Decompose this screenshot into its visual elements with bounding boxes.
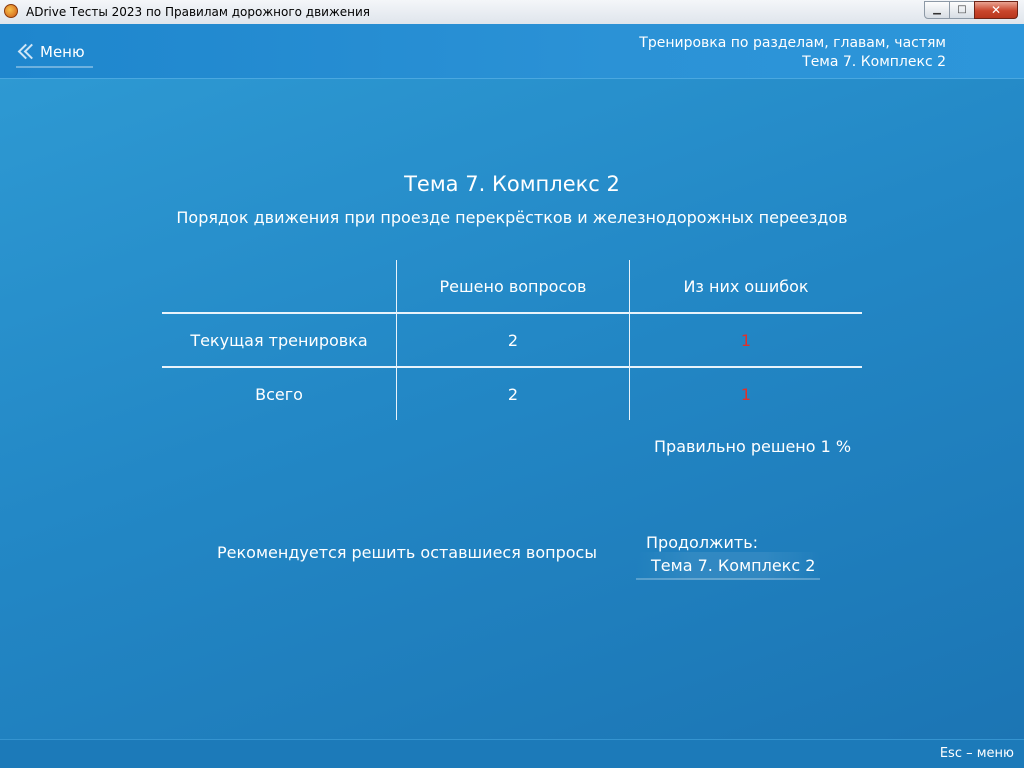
breadcrumb-topic: Тема 7. Комплекс 2	[802, 54, 946, 70]
maximize-button[interactable]: □	[949, 1, 975, 19]
menu-button[interactable]: Меню	[16, 38, 93, 68]
window-title: ADrive Тесты 2023 по Правилам дорожного …	[26, 5, 370, 19]
double-chevron-left-icon	[16, 42, 36, 62]
breadcrumb: Тренировка по разделам, главам, частям Т…	[639, 34, 946, 72]
total-solved-count: 2	[396, 368, 629, 420]
row-label-current: Текущая тренировка	[190, 330, 368, 350]
continue-label: Продолжить:	[646, 533, 759, 552]
table-row: Текущая тренировка 2 1	[162, 314, 862, 368]
close-button[interactable]: ✕	[974, 1, 1018, 19]
page-title: Тема 7. Комплекс 2	[404, 172, 620, 196]
recommendation-text: Рекомендуется решить оставшиеся вопросы	[217, 543, 597, 562]
column-header-solved: Решено вопросов	[396, 260, 629, 312]
row-label-total: Всего	[255, 384, 303, 404]
current-solved-count: 2	[396, 314, 629, 366]
page-subtitle: Порядок движения при проезде перекрёстко…	[176, 208, 848, 227]
keyboard-hint: Esc – меню	[939, 746, 1014, 761]
window-controls: ▁ □ ✕	[924, 1, 1018, 20]
stats-table: Решено вопросов Из них ошибок Текущая тр…	[162, 260, 862, 420]
app-content: Меню Тренировка по разделам, главам, час…	[0, 24, 1024, 768]
table-header-empty	[162, 260, 396, 312]
column-header-errors: Из них ошибок	[629, 260, 862, 312]
window-titlebar: ADrive Тесты 2023 по Правилам дорожного …	[0, 0, 1024, 25]
table-header-row: Решено вопросов Из них ошибок	[162, 260, 862, 314]
current-error-count: 1	[629, 314, 862, 366]
total-error-count: 1	[629, 368, 862, 420]
correct-percent: Правильно решено 1 %	[654, 437, 852, 456]
menu-button-label: Меню	[40, 43, 85, 61]
breadcrumb-section: Тренировка по разделам, главам, частям	[639, 35, 946, 51]
table-row: Всего 2 1	[162, 368, 862, 420]
app-logo-icon	[4, 4, 18, 18]
app-header: Меню Тренировка по разделам, главам, час…	[0, 24, 1024, 79]
minimize-button[interactable]: ▁	[924, 1, 950, 19]
app-footer: Esc – меню	[0, 739, 1024, 768]
continue-button[interactable]: Тема 7. Комплекс 2	[636, 552, 820, 580]
